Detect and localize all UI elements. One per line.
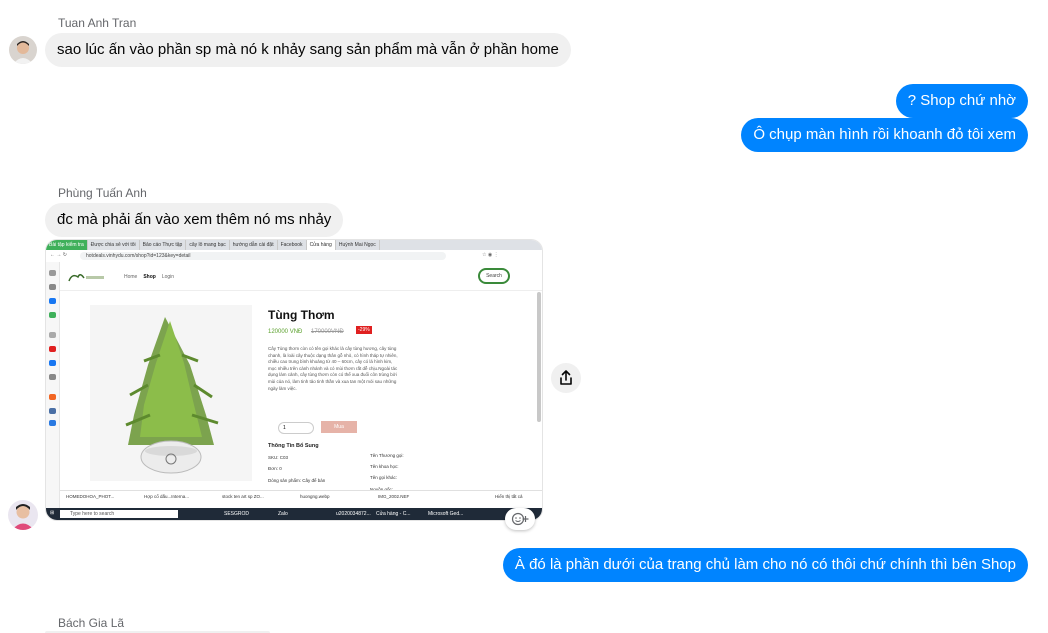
- site-nav: Home Shop Login: [124, 274, 174, 280]
- browser-tab: hướng dẫn cài đặt: [230, 240, 278, 250]
- browser-tab: Được chia sẻ với tôi: [88, 240, 140, 250]
- browser-toolbar-icons: ☆ ◉ ⋮: [482, 252, 499, 258]
- buy-button: Mua: [321, 421, 357, 433]
- site-header: Home Shop Login Search: [60, 262, 542, 291]
- message-bubble-outgoing[interactable]: ? Shop chứ nhờ: [895, 84, 1028, 118]
- discount-badge: -29%: [356, 326, 372, 334]
- product-price: 120000 VNĐ: [268, 329, 303, 335]
- windows-start-icon: ⊞: [50, 510, 55, 516]
- plant-image: [90, 305, 252, 481]
- windows-taskbar: ⊞ Type here to search SESGROD Zalo u2020…: [46, 508, 542, 520]
- product-image: [90, 305, 252, 481]
- message-bubble-outgoing[interactable]: Ô chụp màn hình rồi khoanh đỏ tôi xem: [741, 118, 1028, 152]
- sidebar-icon: [49, 332, 56, 338]
- browser-sidebar: [46, 262, 60, 508]
- avatar-tuan-anh-tran[interactable]: [9, 36, 37, 64]
- message-bubble-incoming[interactable]: sao lúc ấn vào phần sp mà nó k nhảy sang…: [45, 33, 571, 67]
- add-reaction-icon: [511, 512, 529, 526]
- browser-tab-bar: Bài tập kiểm tra Được chia sẻ với tôi Bả…: [46, 240, 542, 250]
- specs-title: Thông Tin Bổ Sung: [268, 443, 319, 449]
- sidebar-icon: [49, 270, 56, 276]
- product-description: Cây Tùng thơm còn có tên gọi khác là cây…: [268, 346, 398, 391]
- site-search-button: Search: [478, 268, 510, 284]
- nav-link-home: Home: [124, 274, 138, 280]
- browser-tab: cây lô mang bạc: [186, 240, 230, 250]
- nav-link-login: Login: [161, 274, 175, 280]
- taskbar-app: u2020034872...: [336, 511, 371, 517]
- sidebar-icon: [49, 284, 56, 290]
- sidebar-icon: [49, 312, 56, 318]
- sidebar-icon: [49, 394, 56, 400]
- spec-item: Tên Thương gọi:: [370, 453, 404, 458]
- nav-link-shop: Shop: [143, 274, 156, 280]
- image-attachment[interactable]: Bài tập kiểm tra Được chia sẻ với tôi Bả…: [45, 239, 543, 521]
- downloads-bar: HOMEDOHOA_PHOT... Hợp cổ dấu...Interna..…: [60, 490, 542, 509]
- avatar-photo: [9, 36, 37, 64]
- taskbar-app: SESGROD: [224, 511, 250, 517]
- sender-name: Bách Gia Lã: [58, 616, 125, 630]
- taskbar-search: Type here to search: [60, 510, 178, 518]
- sender-name: Phùng Tuấn Anh: [58, 186, 147, 200]
- add-reaction-button[interactable]: [505, 508, 535, 530]
- taskbar-app: Microsoft Ged...: [428, 511, 464, 517]
- taskbar-app: Zalo: [278, 511, 288, 517]
- browser-tab: Bảo cáo Thực tập: [140, 240, 187, 250]
- sender-name: Tuan Anh Tran: [58, 16, 137, 30]
- spec-item: Tên gọi khác:: [370, 475, 398, 480]
- share-button[interactable]: [551, 363, 581, 393]
- spec-item: Đơn: 0: [268, 466, 282, 471]
- quantity-field: 1: [278, 422, 314, 434]
- spec-item: Dòng sản phẩm: Cây để bàn: [268, 478, 326, 483]
- download-item: IMG_2002.NEF: [378, 494, 410, 499]
- download-item: stock ten art sp ZO...: [222, 494, 264, 499]
- download-item: Hợp cổ dấu...Interna...: [144, 494, 189, 499]
- browser-tab-active: Cửa hàng: [306, 240, 336, 250]
- browser-url: hotdeals.vinhydu.com/shop?id=123&key=det…: [80, 252, 446, 260]
- avatar-photo: [8, 500, 38, 530]
- message-bubble-outgoing[interactable]: À đó là phần dưới của trang chủ làm cho …: [502, 548, 1028, 582]
- taskbar-app: Cửa hàng - C...: [376, 511, 411, 517]
- sidebar-icon: [49, 298, 56, 304]
- product-old-price: 170000VNĐ: [311, 329, 344, 335]
- download-item: huongng.webp: [300, 494, 330, 499]
- downloads-show-all: Hiển thị tất cả: [495, 494, 523, 499]
- download-item: HOMEDOHOA_PHOT...: [66, 494, 115, 499]
- browser-nav-icons: ← → ↻: [50, 252, 67, 258]
- browser-tab: Huỳnh Mai Ngọc: [336, 240, 380, 250]
- browser-tab: Bài tập kiểm tra: [46, 240, 88, 250]
- share-icon: [560, 370, 572, 385]
- product-title: Tùng Thơm: [268, 308, 335, 322]
- spec-item: Tên khoa học:: [370, 464, 399, 469]
- sidebar-icon: [49, 420, 56, 426]
- avatar-self[interactable]: [8, 500, 38, 530]
- sidebar-icon: [49, 408, 56, 414]
- browser-tab: Facebook: [278, 240, 307, 250]
- message-bubble-incoming[interactable]: đc mà phải ấn vào xem thêm nó ms nhảy: [45, 203, 344, 237]
- sidebar-icon: [49, 374, 56, 380]
- site-logo: [68, 274, 104, 282]
- page-scrollbar: [537, 292, 541, 422]
- spec-item: SKU: C03: [268, 455, 289, 460]
- sidebar-icon: [49, 346, 56, 352]
- web-page: Home Shop Login Search Tùng Thơm 120000 …: [60, 262, 542, 508]
- sidebar-icon: [49, 360, 56, 366]
